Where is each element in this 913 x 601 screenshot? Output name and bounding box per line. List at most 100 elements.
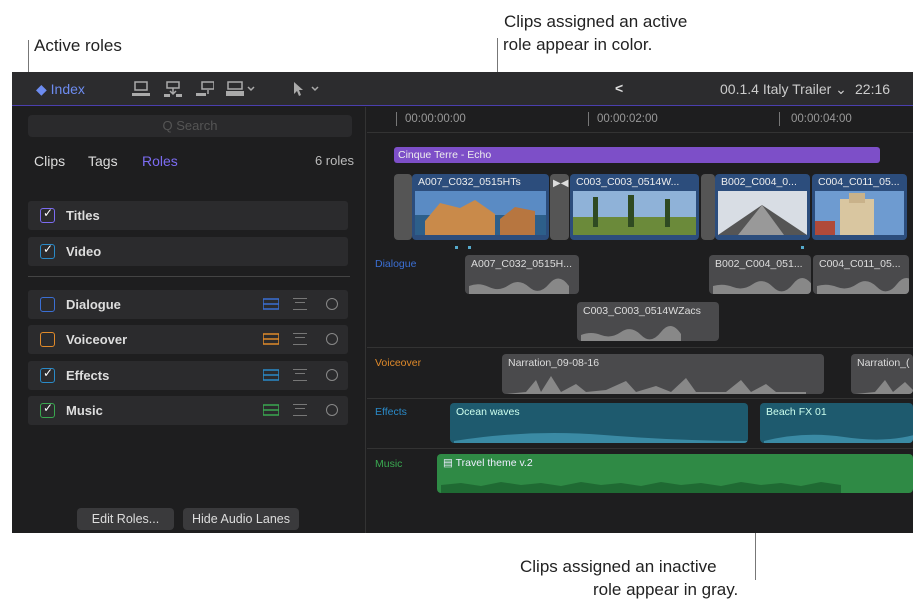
subroles-icon[interactable] bbox=[293, 369, 307, 381]
waveform bbox=[454, 433, 748, 443]
waveform bbox=[581, 325, 681, 341]
timeline-index-sidebar: Q Search Clips Tags Roles 6 roles ✓ Titl… bbox=[12, 107, 366, 533]
audio-clip-inactive[interactable]: A007_C032_0515H... bbox=[465, 255, 579, 294]
role-row-voiceover[interactable]: Voiceover bbox=[28, 325, 348, 354]
checkmark-icon: ✓ bbox=[43, 206, 54, 220]
waveform bbox=[441, 482, 841, 493]
keyword-marker bbox=[801, 246, 804, 249]
edit-roles-button[interactable]: Edit Roles... bbox=[77, 508, 174, 530]
video-clip[interactable]: A007_C032_0515HTs bbox=[412, 174, 549, 240]
active-clips-callout-line1: Clips assigned an active bbox=[504, 12, 688, 31]
divider bbox=[28, 276, 350, 277]
audio-clip-inactive[interactable]: Narration_( bbox=[851, 354, 913, 394]
solo-icon[interactable] bbox=[326, 333, 338, 345]
timecode-label: 00:00:00:00 bbox=[405, 113, 466, 125]
effects-checkbox[interactable]: ✓ bbox=[40, 366, 55, 383]
clip-thumbnail bbox=[415, 191, 546, 235]
video-checkbox[interactable]: ✓ bbox=[40, 242, 55, 259]
solo-icon[interactable] bbox=[326, 298, 338, 310]
dialogue-checkbox[interactable] bbox=[40, 297, 55, 312]
lane-highlight-icon[interactable] bbox=[263, 404, 279, 416]
lane-divider bbox=[367, 398, 913, 399]
lane-divider bbox=[367, 448, 913, 449]
hide-audio-lanes-button[interactable]: Hide Audio Lanes bbox=[183, 508, 299, 530]
gap-clip[interactable] bbox=[394, 174, 412, 240]
clip-thumbnail bbox=[718, 191, 807, 235]
waveform bbox=[506, 376, 806, 394]
overwrite-clip-icon[interactable] bbox=[226, 81, 258, 97]
music-checkbox[interactable]: ✓ bbox=[40, 401, 55, 418]
subroles-icon[interactable] bbox=[293, 404, 307, 416]
video-clip[interactable]: B002_C004_0... bbox=[715, 174, 810, 240]
transition-icon: ▶◀ bbox=[553, 178, 569, 189]
role-row-music[interactable]: ✓ Music bbox=[28, 396, 348, 425]
waveform bbox=[817, 278, 909, 294]
append-clip-icon[interactable] bbox=[196, 81, 214, 97]
lane-highlight-icon[interactable] bbox=[263, 369, 279, 381]
tab-tags[interactable]: Tags bbox=[88, 153, 118, 169]
keyword-marker bbox=[455, 246, 458, 249]
back-button[interactable]: < bbox=[615, 80, 623, 96]
inactive-clips-callout-line1: Clips assigned an inactive bbox=[520, 557, 717, 576]
role-row-video[interactable]: ✓ Video bbox=[28, 237, 348, 266]
inactive-clips-callout-line2: role appear in gray. bbox=[593, 580, 739, 599]
waveform bbox=[855, 380, 913, 394]
audio-clip-inactive[interactable]: C003_C003_0514WZacs bbox=[577, 302, 719, 341]
gap-clip[interactable] bbox=[701, 174, 715, 240]
audio-clip-active[interactable]: Ocean waves bbox=[450, 403, 748, 443]
subroles-icon[interactable] bbox=[293, 298, 307, 310]
role-row-effects[interactable]: ✓ Effects bbox=[28, 361, 348, 390]
titles-checkbox[interactable]: ✓ bbox=[40, 206, 55, 223]
music-clip[interactable]: ▤ Travel theme v.2 bbox=[437, 454, 913, 493]
lane-label-effects: Effects bbox=[375, 406, 407, 418]
clip-thumbnail bbox=[573, 191, 696, 235]
index-button[interactable]: ◆ Index bbox=[36, 81, 85, 98]
clip-thumbnail bbox=[815, 191, 904, 235]
connect-clip-icon[interactable] bbox=[132, 81, 150, 97]
lane-label-dialogue: Dialogue bbox=[375, 258, 417, 270]
checkmark-icon: ✓ bbox=[43, 242, 54, 256]
checkmark-icon: ✓ bbox=[43, 366, 54, 380]
role-label: Dialogue bbox=[66, 297, 121, 312]
active-clips-callout-line2: role appear in color. bbox=[503, 35, 653, 54]
role-label: Music bbox=[66, 403, 103, 418]
search-input[interactable]: Q Search bbox=[28, 115, 352, 137]
lane-divider bbox=[367, 347, 913, 348]
transition-clip[interactable]: ▶◀ bbox=[550, 174, 569, 240]
diamond-icon: ◆ bbox=[36, 81, 47, 97]
timecode-label: 00:00:02:00 bbox=[597, 113, 658, 125]
waveform bbox=[469, 278, 569, 294]
solo-icon[interactable] bbox=[326, 369, 338, 381]
audio-clip-active[interactable]: Beach FX 01 bbox=[760, 403, 913, 443]
project-title-menu[interactable]: 00.1.4 Italy Trailer ⌄ bbox=[720, 81, 847, 98]
audio-clip-inactive[interactable]: Narration_09-08-16 bbox=[502, 354, 824, 394]
lane-highlight-icon[interactable] bbox=[263, 333, 279, 345]
role-label: Effects bbox=[66, 368, 110, 383]
audio-clip-inactive[interactable]: C004_C011_05... bbox=[813, 255, 909, 294]
voiceover-checkbox[interactable] bbox=[40, 332, 55, 347]
audio-clip-inactive[interactable]: B002_C004_051... bbox=[709, 255, 811, 294]
role-label: Voiceover bbox=[66, 332, 128, 347]
waveform bbox=[764, 434, 913, 443]
lane-highlight-icon[interactable] bbox=[263, 298, 279, 310]
select-tool-icon[interactable] bbox=[290, 81, 324, 97]
insert-clip-icon[interactable] bbox=[164, 81, 182, 97]
subroles-icon[interactable] bbox=[293, 333, 307, 345]
role-row-dialogue[interactable]: Dialogue bbox=[28, 290, 348, 319]
lane-label-music: Music bbox=[375, 458, 403, 470]
video-clip[interactable]: C003_C003_0514W... bbox=[570, 174, 699, 240]
title-clip[interactable]: Cinque Terre - Echo bbox=[394, 147, 880, 163]
role-row-titles[interactable]: ✓ Titles bbox=[28, 201, 348, 230]
active-roles-callout: Active roles bbox=[34, 36, 122, 55]
timecode-ruler[interactable]: 00:00:00:00 00:00:02:00 00:00:04:00 bbox=[367, 107, 913, 133]
role-label: Video bbox=[66, 244, 102, 259]
video-clip[interactable]: C004_C011_05... bbox=[812, 174, 907, 240]
tab-roles[interactable]: Roles bbox=[142, 153, 178, 169]
timeline: 00:00:00:00 00:00:02:00 00:00:04:00 Cinq… bbox=[367, 107, 913, 533]
music-clip-icon: ▤ bbox=[443, 457, 453, 469]
tab-clips[interactable]: Clips bbox=[34, 153, 65, 169]
waveform bbox=[713, 278, 811, 294]
keyword-marker bbox=[468, 246, 471, 249]
solo-icon[interactable] bbox=[326, 404, 338, 416]
toolbar: ◆ Index < 00.1.4 Italy Trailer ⌄ 22:16 bbox=[12, 72, 913, 106]
